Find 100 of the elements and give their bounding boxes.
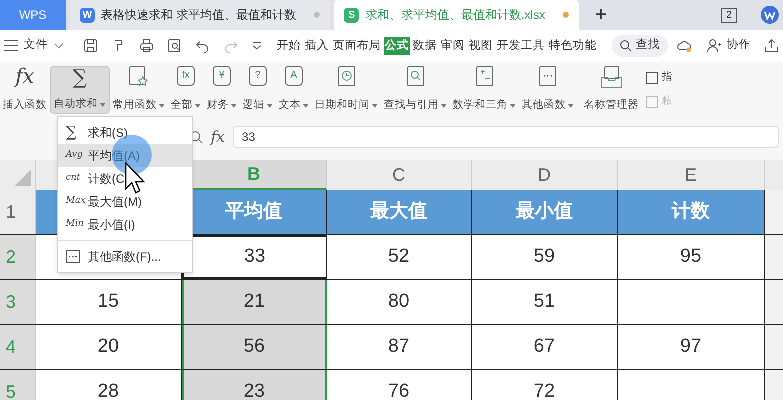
ribbon-tab[interactable]: 公式 <box>384 37 410 55</box>
ribbon-button[interactable]: 常用函数 <box>110 66 168 114</box>
ribbon-button[interactable]: fx 插入函数 <box>0 66 50 114</box>
row-header[interactable]: 1 <box>0 190 36 234</box>
caret-icon[interactable] <box>195 104 201 108</box>
caret-icon[interactable] <box>510 104 516 108</box>
table-cell: 52 <box>327 235 472 279</box>
window-count-icon[interactable]: 2 <box>721 8 737 22</box>
document-tab[interactable]: W 表格快速求和 求平均值、最值和计数 <box>70 0 330 30</box>
search-button[interactable]: 查找 <box>612 35 668 57</box>
ribbon-button[interactable]: fx 全部 <box>168 66 204 114</box>
ribbon-button[interactable]: ? 逻辑 <box>240 66 276 114</box>
ribbon-label: 逻辑 <box>243 98 265 114</box>
new-tab-button[interactable]: + <box>583 0 620 30</box>
star-function-icon <box>129 66 149 88</box>
function-box-icon: ¥ <box>213 66 231 86</box>
print-preview-icon[interactable] <box>168 39 182 53</box>
save-icon[interactable] <box>84 39 98 53</box>
menu-icon[interactable] <box>4 40 18 52</box>
undo-icon[interactable] <box>196 39 210 53</box>
ribbon-tab[interactable]: 视图 <box>468 37 494 55</box>
table-cell: 20 <box>36 325 182 369</box>
ribbon-tab[interactable]: 页面布局 <box>332 37 382 55</box>
ribbon-tab[interactable]: 审阅 <box>440 37 466 55</box>
table-cell: 72 <box>472 370 618 400</box>
ellipsis-icon <box>66 250 80 263</box>
table-cell: 23 <box>182 370 327 400</box>
menu-item[interactable]: ∑ 求和(S) <box>58 121 192 144</box>
caret-icon[interactable] <box>267 104 273 108</box>
ribbon-tab[interactable]: 数据 <box>412 37 438 55</box>
ribbon-small-button[interactable]: 指 <box>646 70 673 86</box>
clock-icon <box>338 66 356 88</box>
ribbon-button[interactable]: 数学和三角 <box>450 66 519 114</box>
search-icon <box>620 40 632 52</box>
ribbon-label: 自动求和 <box>54 97 98 112</box>
ribbon-button[interactable]: ¥ 财务 <box>204 66 240 114</box>
table-cell: 95 <box>618 235 765 279</box>
header-cell: 计数 <box>618 190 765 234</box>
ribbon-tab[interactable]: 插入 <box>304 37 330 55</box>
ribbon-button[interactable]: 查找与引用 <box>381 66 450 114</box>
collaborate-button[interactable]: 协作 <box>727 37 751 55</box>
ribbon-label: 财务 <box>207 98 229 114</box>
caret-icon[interactable] <box>441 104 447 108</box>
table-cell: 97 <box>618 325 765 369</box>
ribbon-label: 其他函数 <box>522 98 566 114</box>
chevron-down-icon[interactable] <box>54 43 64 49</box>
ribbon-button[interactable]: A 文本 <box>276 66 312 114</box>
caret-icon[interactable] <box>372 104 378 108</box>
zoom-icon[interactable] <box>190 130 203 144</box>
caret-icon[interactable] <box>303 104 309 108</box>
ribbon-label: 常用函数 <box>113 98 157 114</box>
function-icon: Avg <box>66 148 88 162</box>
function-box-icon: ? <box>249 66 267 86</box>
ribbon-label: 日期和时间 <box>315 98 370 114</box>
magnifier-icon <box>406 66 424 88</box>
menu-item[interactable]: Avg 平均值(A) <box>58 144 192 167</box>
function-box-icon: A <box>285 66 303 86</box>
function-icon: Max <box>66 194 88 208</box>
table-cell: 15 <box>36 280 182 324</box>
caret-icon[interactable] <box>100 103 106 108</box>
table-cell: 56 <box>182 325 327 369</box>
mouse-cursor-icon <box>125 162 147 196</box>
file-icon: S <box>344 8 360 22</box>
ribbon-tab[interactable]: 开发工具 <box>496 37 546 55</box>
formula-input[interactable]: 33 <box>233 126 779 148</box>
table-cell: 87 <box>327 325 472 369</box>
chevron-down-icon[interactable] <box>252 42 262 50</box>
table-cell: 33 <box>182 235 327 279</box>
ribbon-label: 查找与引用 <box>384 98 439 114</box>
ribbon-button[interactable]: 日期和时间 <box>312 66 381 114</box>
ribbon-button[interactable]: 其他函数 <box>519 66 577 114</box>
cloud-icon[interactable] <box>677 39 693 53</box>
table-cell: 76 <box>327 370 472 400</box>
caret-icon[interactable] <box>159 104 165 108</box>
function-icon: fx <box>16 66 34 90</box>
caret-icon[interactable] <box>568 104 574 108</box>
function-icon: cnt <box>66 172 88 186</box>
caret-icon[interactable] <box>231 104 237 108</box>
header-cell: 最小值 <box>472 190 618 234</box>
add-user-icon[interactable] <box>707 39 721 53</box>
file-menu[interactable]: 文件 <box>24 37 48 55</box>
header-cell: 最大值 <box>327 190 472 234</box>
ribbon-tab[interactable]: 特色功能 <box>548 37 598 55</box>
table-cell: 21 <box>182 280 327 324</box>
print-icon[interactable] <box>140 39 154 53</box>
table-cell: 59 <box>472 235 618 279</box>
tab-title: 表格快速求和 求平均值、最值和计数 <box>101 7 296 24</box>
ribbon-button[interactable]: 名称管理器 <box>581 66 642 114</box>
file-icon: W <box>80 8 95 22</box>
ribbon-label: 插入函数 <box>3 98 47 114</box>
document-tab[interactable]: S 求和、求平均值、最值和计数.xlsx <box>334 0 580 30</box>
function-icon[interactable]: fx <box>211 130 226 144</box>
share-icon[interactable] <box>765 39 779 53</box>
ribbon-button[interactable]: ∑ 自动求和 <box>50 66 110 114</box>
ribbon-tab[interactable]: 开始 <box>276 37 302 55</box>
table-cell: 80 <box>327 280 472 324</box>
plus-minus-icon <box>476 66 494 88</box>
function-icon: Min <box>66 218 88 232</box>
table-cell: 28 <box>36 370 182 400</box>
ribbon-label: 全部 <box>171 98 193 114</box>
